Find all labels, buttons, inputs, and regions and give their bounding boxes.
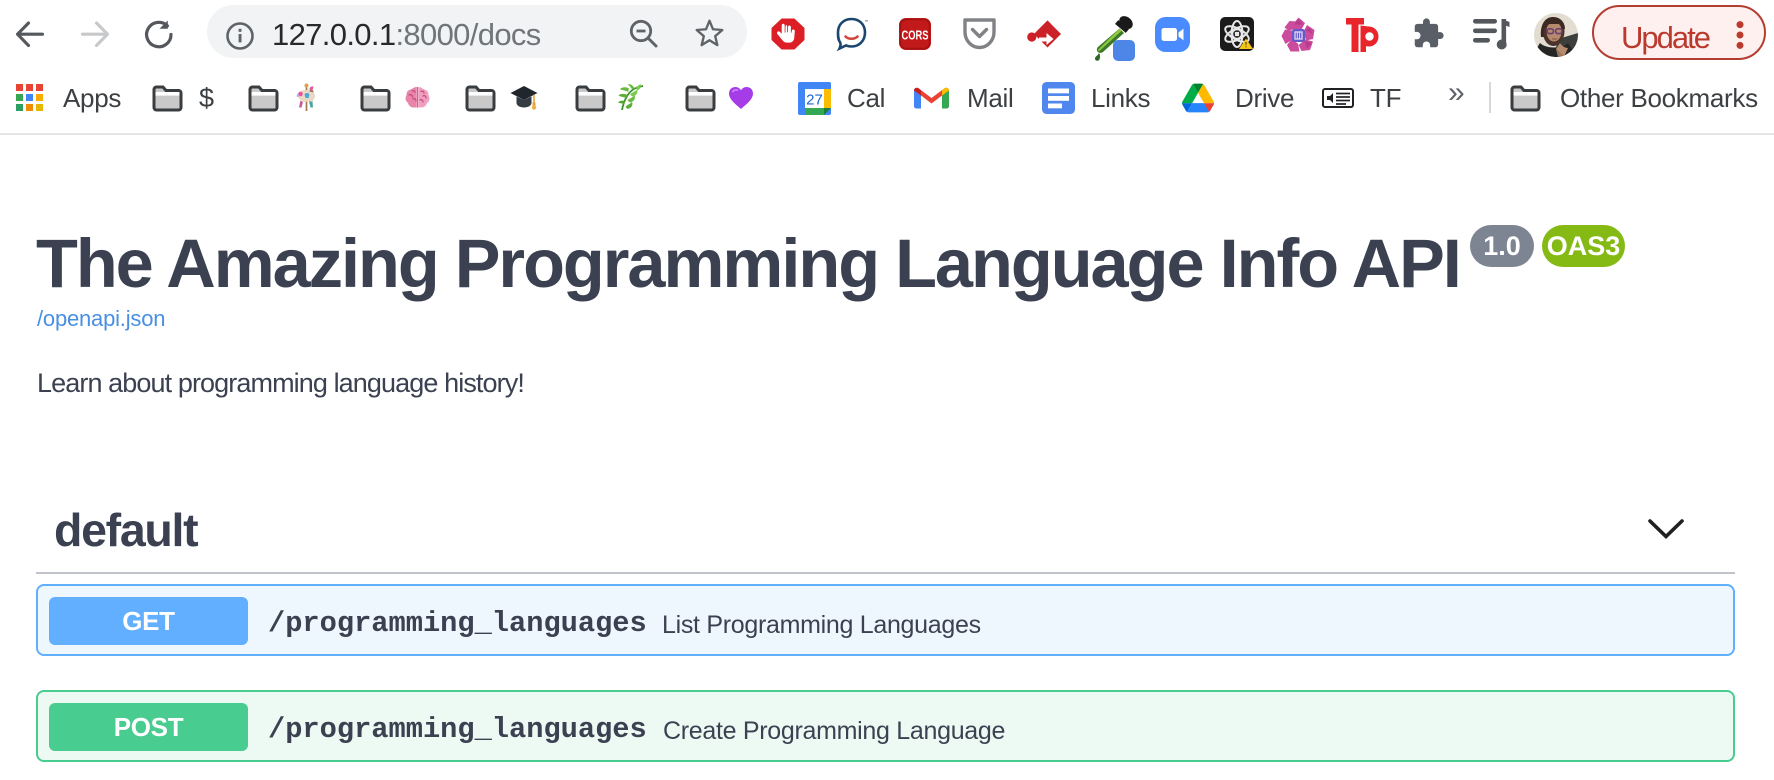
svg-text:27: 27 [806,92,823,109]
svg-text:CORS: CORS [902,28,929,43]
